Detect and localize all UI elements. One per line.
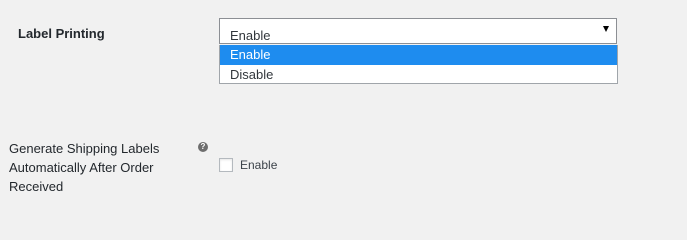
dropdown-option-disable[interactable]: Disable (220, 65, 617, 83)
label-printing-dropdown-list: Enable Disable (219, 45, 618, 84)
label-printing-select[interactable]: Enable (219, 18, 617, 44)
auto-generate-checkbox-label[interactable]: Enable (240, 157, 277, 173)
dropdown-option-enable[interactable]: Enable (220, 45, 617, 65)
label-printing-label: Label Printing (18, 26, 105, 41)
generate-shipping-labels-label: Generate Shipping Labels Automatically A… (9, 141, 160, 194)
question-mark-icon[interactable]: ? (198, 142, 208, 152)
auto-generate-checkbox[interactable] (219, 158, 233, 172)
label-printing-select-value: Enable (230, 28, 271, 43)
dropdown-arrow-icon (603, 26, 609, 32)
